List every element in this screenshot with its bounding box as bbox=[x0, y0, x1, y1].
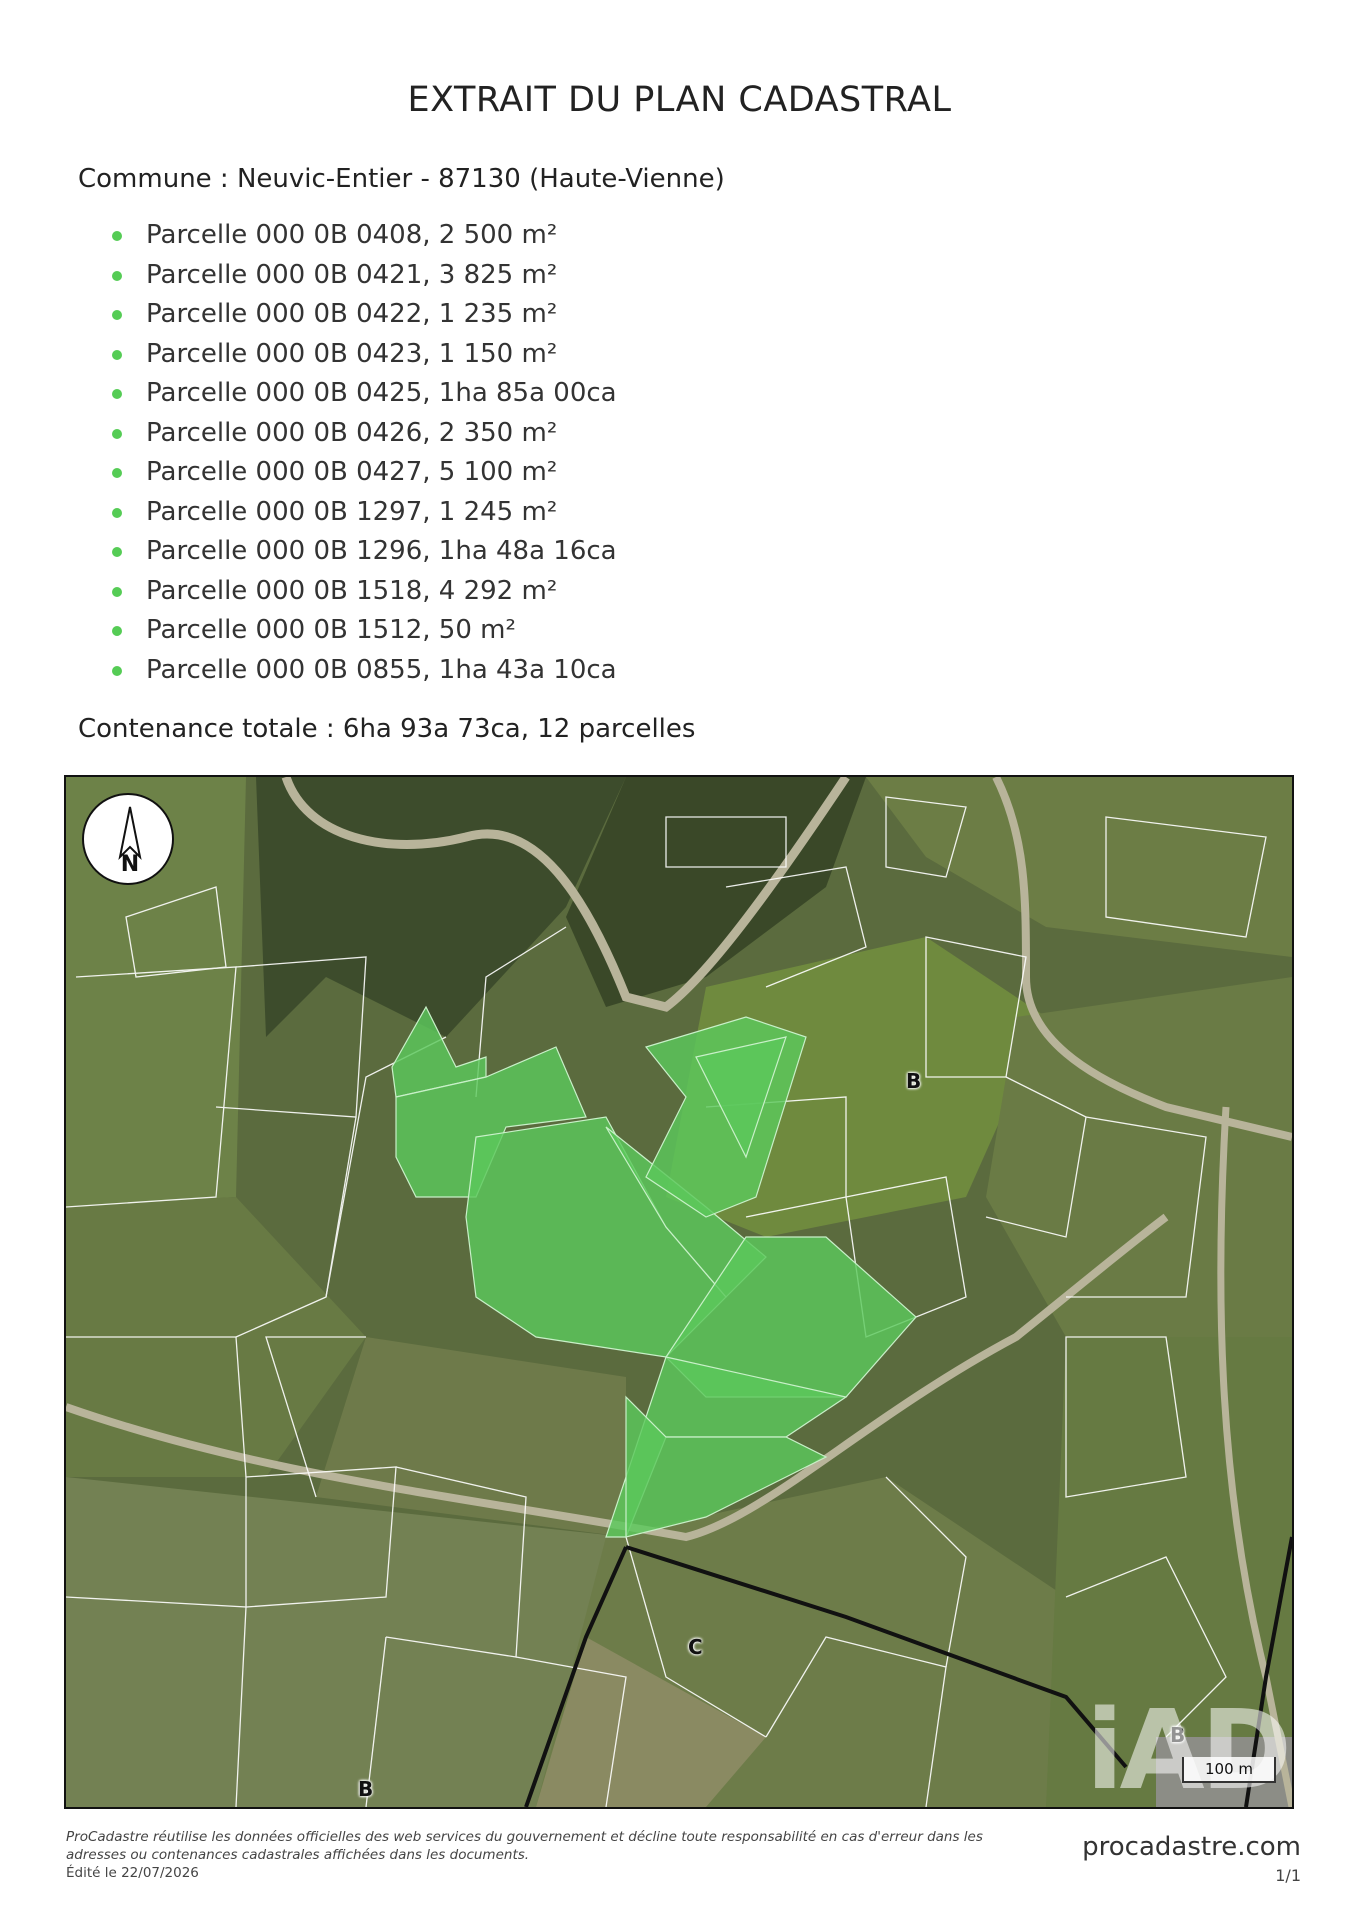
section-label: C bbox=[688, 1635, 703, 1659]
parcel-label: Parcelle 000 0B 0423, 1 150 m² bbox=[146, 338, 558, 369]
parcel-label: Parcelle 000 0B 1296, 1ha 48a 16ca bbox=[146, 536, 617, 566]
parcel-label: Parcelle 000 0B 0408, 2 500 m² bbox=[146, 220, 558, 250]
parcel-item: Parcelle 000 0B 0427, 5 100 m² bbox=[110, 453, 617, 493]
bullet-icon bbox=[112, 547, 122, 557]
parcel-item: Parcelle 000 0B 0855, 1ha 43a 10ca bbox=[110, 651, 617, 691]
parcel-item: Parcelle 000 0B 0422, 1 235 m² bbox=[110, 295, 617, 335]
parcel-label: Parcelle 000 0B 0427, 5 100 m² bbox=[146, 457, 558, 487]
bullet-icon bbox=[112, 586, 122, 597]
parcel-label: Parcelle 000 0B 0855, 1ha 43a 10ca bbox=[146, 654, 617, 685]
bullet-icon bbox=[112, 428, 122, 439]
page-title: EXTRAIT DU PLAN CADASTRAL bbox=[407, 80, 952, 120]
parcel-item: Parcelle 000 0B 0408, 2 500 m² bbox=[110, 216, 617, 256]
bullet-icon bbox=[112, 349, 122, 360]
parcel-item: Parcelle 000 0B 0423, 1 150 m² bbox=[110, 335, 617, 375]
commune-heading: Commune : Neuvic-Entier - 87130 (Haute-V… bbox=[78, 164, 725, 194]
section-label: B bbox=[358, 1777, 374, 1801]
parcel-label: Parcelle 000 0B 1512, 50 m² bbox=[146, 615, 516, 645]
bullet-icon bbox=[112, 231, 122, 241]
parcel-item: Parcelle 000 0B 1296, 1ha 48a 16ca bbox=[110, 532, 617, 572]
scale-bar: 100 m bbox=[1182, 1757, 1276, 1783]
parcel-label: Parcelle 000 0B 0426, 2 350 m² bbox=[146, 417, 558, 448]
parcel-item: Parcelle 000 0B 0426, 2 350 m² bbox=[110, 414, 617, 454]
parcel-label: Parcelle 000 0B 0422, 1 235 m² bbox=[146, 299, 558, 329]
parcel-label: Parcelle 000 0B 1297, 1 245 m² bbox=[146, 496, 558, 527]
site-name: procadastre.com bbox=[1082, 1832, 1301, 1862]
edit-date: Édité le 22/07/2026 bbox=[66, 1865, 199, 1881]
total-area: Contenance totale : 6ha 93a 73ca, 12 par… bbox=[78, 714, 696, 744]
north-arrow-icon: N bbox=[82, 793, 174, 885]
page-number: 1/1 bbox=[1275, 1866, 1301, 1885]
section-label: B bbox=[906, 1069, 922, 1093]
parcel-label: Parcelle 000 0B 0421, 3 825 m² bbox=[146, 259, 558, 290]
parcel-label: Parcelle 000 0B 1518, 4 292 m² bbox=[146, 575, 558, 606]
parcel-item: Parcelle 000 0B 1297, 1 245 m² bbox=[110, 493, 617, 533]
parcel-item: Parcelle 000 0B 0421, 3 825 m² bbox=[110, 256, 617, 296]
cadastral-map[interactable]: N B C B B iAD 100 m bbox=[64, 775, 1294, 1809]
parcel-label: Parcelle 000 0B 0425, 1ha 85a 00ca bbox=[146, 378, 617, 408]
parcel-item: Parcelle 000 0B 1512, 50 m² bbox=[110, 611, 617, 651]
parcel-list: Parcelle 000 0B 0408, 2 500 m² Parcelle … bbox=[110, 216, 617, 690]
bullet-icon bbox=[112, 270, 122, 281]
bullet-icon bbox=[112, 389, 122, 399]
map-canvas bbox=[66, 777, 1292, 1807]
bullet-icon bbox=[112, 665, 122, 676]
north-label: N bbox=[120, 852, 140, 877]
bullet-icon bbox=[112, 468, 122, 478]
parcel-item: Parcelle 000 0B 1518, 4 292 m² bbox=[110, 572, 617, 612]
bullet-icon bbox=[112, 507, 122, 518]
bullet-icon bbox=[112, 310, 122, 320]
bullet-icon bbox=[112, 626, 122, 636]
watermark-logo: iAD bbox=[1085, 1686, 1292, 1809]
disclaimer-text: ProCadastre réutilise les données offici… bbox=[66, 1829, 983, 1863]
parcel-item: Parcelle 000 0B 0425, 1ha 85a 00ca bbox=[110, 374, 617, 414]
